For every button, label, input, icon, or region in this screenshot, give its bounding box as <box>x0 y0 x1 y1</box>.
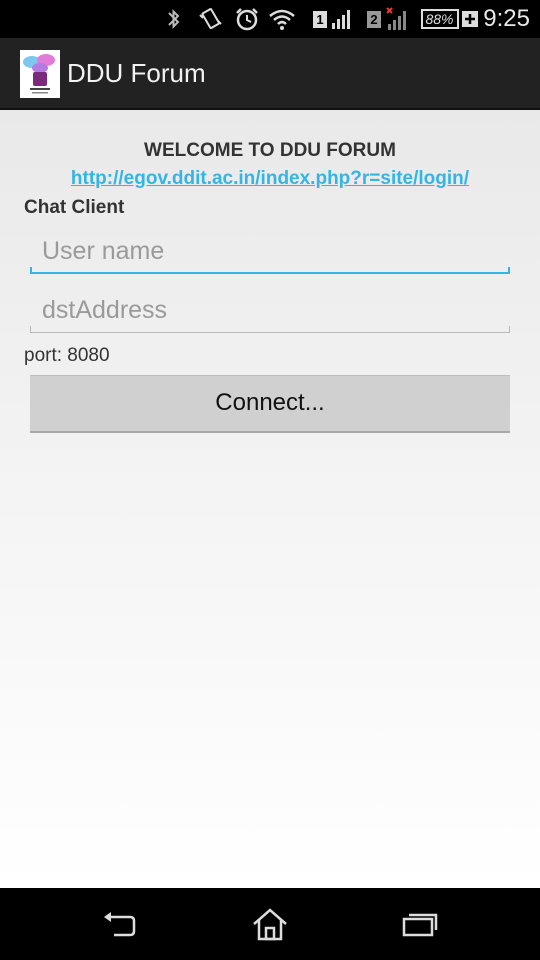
home-icon[interactable] <box>250 906 290 942</box>
sim1-badge: 1 <box>313 10 327 28</box>
signal-sim1-icon: 1 <box>310 7 356 31</box>
dst-address-underline <box>30 326 510 333</box>
username-underline <box>30 267 510 274</box>
username-field[interactable] <box>30 228 510 274</box>
dst-address-field[interactable] <box>30 287 510 333</box>
back-icon[interactable] <box>100 906 140 942</box>
ddu-forum-logo[interactable] <box>20 50 60 98</box>
action-bar: DDU Forum <box>0 38 540 110</box>
sim2-badge: 2 <box>367 10 381 28</box>
chat-client-label: Chat Client <box>24 197 125 218</box>
status-bar: 1 2 88% 9:25 <box>0 0 540 38</box>
username-input[interactable] <box>30 228 510 274</box>
recent-apps-icon[interactable] <box>400 906 440 942</box>
main-content: WELCOME TO DDU FORUM http://egov.ddit.ac… <box>0 110 540 888</box>
navigation-bar <box>0 888 540 960</box>
app-title: DDU Forum <box>67 58 206 88</box>
clock: 9:25 <box>483 5 530 32</box>
port-label: port: 8080 <box>24 345 110 366</box>
vibrate-icon <box>198 7 224 31</box>
wifi-icon <box>268 7 296 31</box>
login-link[interactable]: http://egov.ddit.ac.in/index.php?r=site/… <box>0 168 540 190</box>
welcome-heading: WELCOME TO DDU FORUM <box>144 140 396 161</box>
dst-address-input[interactable] <box>30 287 510 333</box>
signal-sim2-icon: 2 <box>364 7 412 31</box>
charging-plus-icon <box>461 11 478 27</box>
connect-button[interactable]: Connect... <box>30 375 510 433</box>
bluetooth-icon <box>164 7 184 31</box>
battery-percent: 88% <box>420 9 459 29</box>
battery-icon: 88% <box>420 7 478 31</box>
alarm-icon <box>234 7 260 31</box>
